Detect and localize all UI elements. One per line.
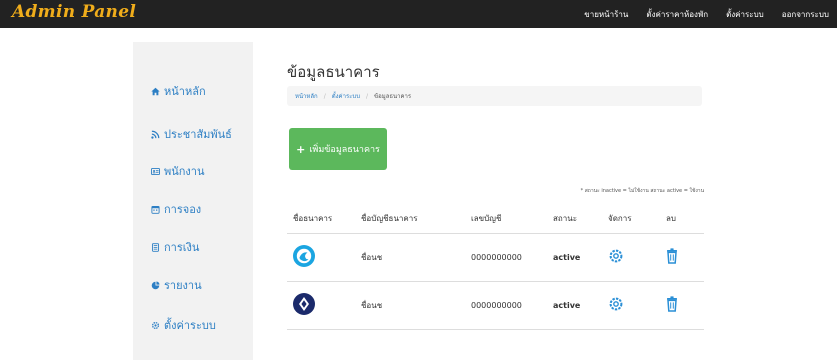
status-cell: active	[547, 233, 602, 282]
id-card-icon	[151, 167, 160, 176]
page-title: ข้อมูลธนาคาร	[287, 63, 380, 81]
add-bank-button[interactable]: + เพิ่มข้อมูลธนาคาร	[289, 128, 387, 170]
gear-icon	[151, 321, 160, 330]
breadcrumb-separator: /	[323, 92, 326, 100]
breadcrumb: หน้าหลัก / ตั้งค่าระบบ / ข้อมูลธนาคาร	[287, 86, 702, 106]
sidebar-item-staff[interactable]: พนักงาน	[151, 162, 205, 180]
sidebar-item-settings[interactable]: ตั้งค่าระบบ	[151, 316, 216, 334]
trash-icon[interactable]	[666, 296, 678, 314]
bank-logo-cell	[287, 281, 355, 330]
sidebar-item-label: ตั้งค่าระบบ	[164, 319, 216, 332]
nav-link-logout[interactable]: ออกจากระบบ	[782, 8, 829, 21]
status-cell: active	[547, 281, 602, 330]
sidebar-item-booking[interactable]: การจอง	[151, 200, 201, 218]
breadcrumb-home[interactable]: หน้าหลัก	[295, 91, 318, 101]
bank-logo-cell	[287, 233, 355, 282]
sidebar-item-home[interactable]: หน้าหลัก	[151, 82, 206, 100]
nav-link-room-price[interactable]: ตั้งค่าราคาห้องพัก	[646, 8, 708, 21]
table-row: ชื่อนช 0000000000 active	[287, 233, 704, 282]
sidebar-item-report[interactable]: รายงาน	[151, 276, 202, 294]
sidebar-item-label: พนักงาน	[164, 165, 205, 178]
top-nav-links: ขายหน้าร้าน ตั้งค่าราคาห้องพัก ตั้งค่าระ…	[584, 0, 829, 28]
trash-icon[interactable]	[666, 248, 678, 266]
table-row: ชื่อนช 0000000000 active	[287, 281, 704, 330]
breadcrumb-separator: /	[366, 92, 369, 100]
sidebar-item-label: หน้าหลัก	[164, 85, 206, 98]
breadcrumb-current: ข้อมูลธนาคาร	[374, 93, 412, 100]
status-note: * สถานะ inactive = ไม่ใช้งาน สถานะ activ…	[580, 188, 704, 194]
header-bank-name: ชื่อธนาคาร	[287, 204, 355, 234]
tmb-bank-logo	[293, 293, 315, 315]
gear-icon[interactable]	[608, 248, 624, 266]
money-icon	[151, 242, 160, 252]
sidebar-item-finance[interactable]: การเงิน	[151, 238, 199, 256]
account-name-cell: ชื่อนช	[355, 281, 465, 330]
manage-cell	[602, 233, 660, 282]
gear-icon[interactable]	[608, 296, 624, 314]
sidebar-item-label: การเงิน	[164, 241, 200, 254]
brand-logo[interactable]: Admin Panel	[12, 2, 136, 22]
plus-icon: +	[296, 142, 306, 156]
account-name-cell: ชื่อนช	[355, 233, 465, 282]
account-number-cell: 0000000000	[465, 233, 547, 282]
delete-cell	[660, 233, 704, 282]
sidebar-item-pr[interactable]: ประชาสัมพันธ์	[151, 125, 232, 143]
header-status: สถานะ	[547, 204, 602, 234]
manage-cell	[602, 281, 660, 330]
breadcrumb-settings[interactable]: ตั้งค่าระบบ	[332, 91, 360, 101]
bank-table: ชื่อธนาคาร ชื่อบัญชีธนาคาร เลขบัญชี สถาน…	[287, 204, 704, 330]
add-bank-button-label: เพิ่มข้อมูลธนาคาร	[309, 145, 380, 155]
nav-link-settings[interactable]: ตั้งค่าระบบ	[726, 8, 764, 21]
account-number-cell: 0000000000	[465, 281, 547, 330]
table-header-row: ชื่อธนาคาร ชื่อบัญชีธนาคาร เลขบัญชี สถาน…	[287, 204, 704, 234]
chart-icon	[151, 281, 160, 290]
home-icon	[151, 87, 160, 96]
calendar-icon	[151, 205, 160, 214]
delete-cell	[660, 281, 704, 330]
header-manage: จัดการ	[602, 204, 660, 234]
header-delete: ลบ	[660, 204, 704, 234]
header-account-number: เลขบัญชี	[465, 204, 547, 234]
rss-icon	[151, 130, 160, 139]
top-navbar: Admin Panel ขายหน้าร้าน ตั้งค่าราคาห้องพ…	[0, 0, 837, 28]
header-account-name: ชื่อบัญชีธนาคาร	[355, 204, 465, 234]
sidebar-item-label: การจอง	[164, 203, 202, 216]
krungthai-bank-logo	[293, 245, 315, 267]
nav-link-pos[interactable]: ขายหน้าร้าน	[584, 8, 628, 21]
sidebar-item-label: ประชาสัมพันธ์	[164, 128, 232, 141]
sidebar: หน้าหลัก ประชาสัมพันธ์ พนักงาน การจอง กา…	[133, 42, 253, 360]
sidebar-item-label: รายงาน	[164, 279, 202, 292]
